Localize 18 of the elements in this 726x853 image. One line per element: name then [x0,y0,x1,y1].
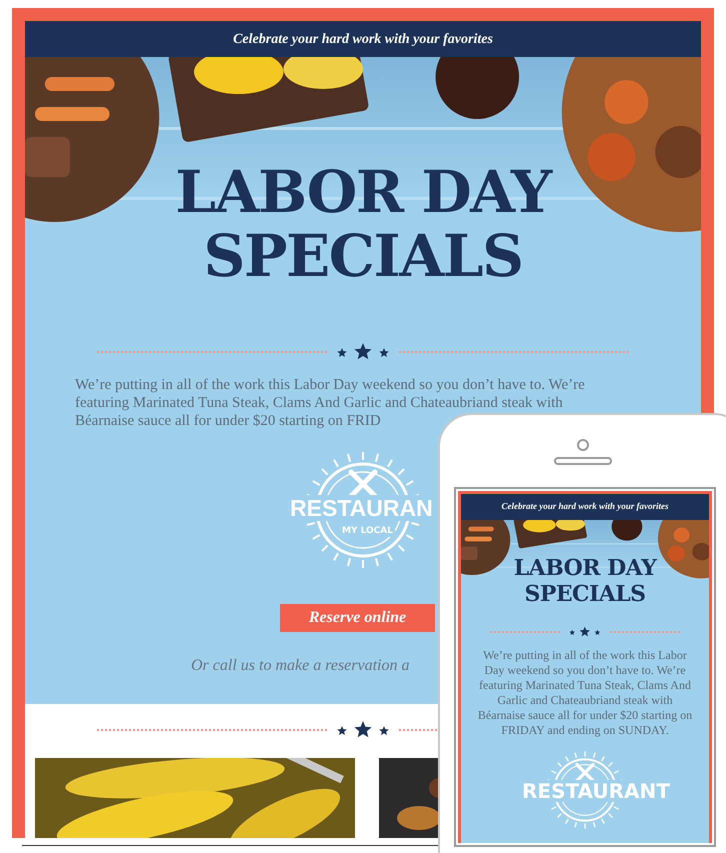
logo-tagline: MY LOCAL [340,526,395,537]
stars-icon [335,720,391,740]
intro-paragraph: We’re putting in all of the work this Labor Day weekend so you don’t have to. We’re featuring Marinated Tuna Steak, Clams And Garlic and Chateaubriand steak with Béarnaise sauce all for under $20 starting on FRIDAY and ending on SUNDAY. [476,648,694,738]
reserve-button[interactable]: Reserve online [280,604,435,632]
stars-icon [568,626,602,638]
headline: SPECIALS [524,581,646,607]
camera-icon [577,439,589,451]
speaker-icon [554,457,612,465]
call-text: Or call us to make a reservation a [191,656,410,676]
logo-wordmark: RESTAURANT [522,780,670,802]
intro-paragraph: We’re putting in all of the work this Labor Day weekend so you don’t have to. We’re featuring Marinated Tuna Steak, Clams And Garlic and Chateaubriand steak with Béarnaise sauce all for under $20 starting on FRID [75,376,586,430]
headline: LABOR DAY [514,555,656,581]
headline: SPECIALS [203,224,523,288]
top-banner: Celebrate your hard work with your favorites [25,21,701,57]
stars-icon [335,342,391,362]
logo-wordmark: RESTAURAN [290,495,433,521]
top-banner: Celebrate your hard work with your favorites [461,494,709,520]
headline: LABOR DAY [175,160,551,224]
